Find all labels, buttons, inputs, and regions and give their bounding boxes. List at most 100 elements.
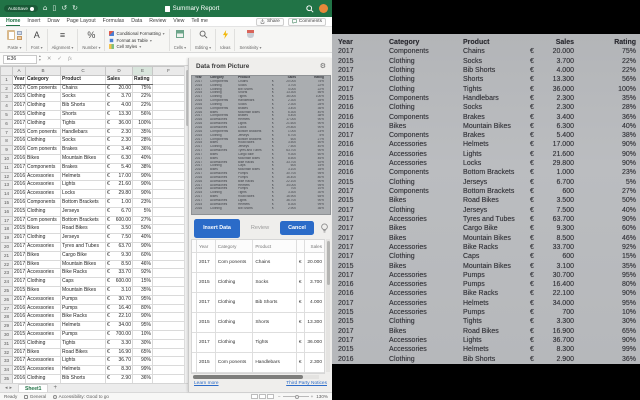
preview-cell-sales[interactable]: 36.000 [305, 333, 324, 353]
cell-styles-button[interactable]: Cell Styles▾ [109, 44, 164, 49]
cell-B6[interactable]: Clothing [26, 119, 61, 128]
row-header-18[interactable]: 18 [1, 225, 13, 234]
third-party-notices-link[interactable]: Third Party Notices [286, 381, 327, 386]
row-header-21[interactable]: 21 [1, 251, 13, 260]
cell-D30[interactable]: €700.00 [106, 330, 133, 339]
autosave-toggle[interactable]: AutoSave [4, 5, 38, 12]
preview-vertical-scrollbar[interactable] [326, 239, 330, 372]
format-as-table-button[interactable]: Format as Table▾ [109, 38, 164, 43]
row-header-6[interactable]: 6 [1, 119, 13, 128]
tab-tell-me[interactable]: Tell me [191, 17, 207, 26]
row-header-22[interactable]: 22 [1, 260, 13, 269]
cell-B25[interactable]: Bikes [26, 286, 61, 295]
cell-E2[interactable]: 75% [133, 84, 153, 93]
insert-function-icon[interactable]: fx [68, 56, 72, 62]
cell-F23[interactable] [153, 269, 185, 278]
cell-B11[interactable]: Components [26, 163, 61, 172]
cell-C15[interactable]: Bottom Brackets [61, 198, 106, 207]
cell-D31[interactable]: €3.30 [106, 339, 133, 348]
cell-C29[interactable]: Helmets [61, 322, 106, 331]
cell-F18[interactable] [153, 225, 185, 234]
cell-D19[interactable]: €7.50 [106, 234, 133, 243]
cell-D24[interactable]: €600.00 [106, 278, 133, 287]
preview-cell-product[interactable]: Chains [253, 253, 296, 273]
cell-E22[interactable]: 46% [133, 260, 153, 269]
cell-F20[interactable] [153, 242, 185, 251]
preview-cell-category[interactable]: Com ponents [216, 253, 254, 273]
cell-A21[interactable]: 2017 [13, 251, 26, 260]
cell-A33[interactable]: 2017 [13, 357, 26, 366]
home-icon[interactable]: ⌂ [43, 5, 47, 12]
cell-D18[interactable]: €3.50 [106, 225, 133, 234]
cell-E11[interactable]: 38% [133, 163, 153, 172]
preview-cell-category[interactable]: Clothing [216, 333, 254, 353]
row-header-19[interactable]: 19 [1, 234, 13, 243]
cell-E1[interactable]: Rating [133, 75, 153, 84]
cell-C20[interactable]: Tyres and Tubes [61, 242, 106, 251]
name-box-stepper[interactable]: ▴▾ [39, 55, 41, 62]
row-header-11[interactable]: 11 [1, 163, 13, 172]
cell-D5[interactable]: €13.30 [106, 110, 133, 119]
cell-C25[interactable]: Mountain Bikes [61, 286, 106, 295]
cell-F21[interactable] [153, 251, 185, 260]
cell-B13[interactable]: Accessories [26, 181, 61, 190]
column-header-C[interactable]: C [61, 67, 106, 76]
preview-cell-sales[interactable]: 4.000 [305, 293, 324, 313]
undo-icon[interactable]: ↺ [61, 5, 67, 12]
cell-A8[interactable]: 2016 [13, 137, 26, 146]
preview-cell-product[interactable]: Shorts [253, 313, 296, 333]
cell-B5[interactable]: Clothing [26, 110, 61, 119]
cell-A17[interactable]: 2017 [13, 216, 26, 225]
row-header-25[interactable]: 25 [1, 286, 13, 295]
cell-B21[interactable]: Bikes [26, 251, 61, 260]
comments-button[interactable]: Comments [288, 18, 326, 26]
cell-E10[interactable]: 40% [133, 154, 153, 163]
cell-F22[interactable] [153, 260, 185, 269]
preview-cell-currency[interactable]: € [297, 313, 305, 333]
cell-F14[interactable] [153, 190, 185, 199]
captured-photo-thumbnail[interactable]: YearCategoryProductSalesRating2017Compon… [191, 75, 331, 215]
preview-cell-currency[interactable]: € [297, 293, 305, 313]
row-header-33[interactable]: 33 [1, 357, 13, 366]
cell-E15[interactable]: 23% [133, 198, 153, 207]
row-header-10[interactable]: 10 [1, 154, 13, 163]
cell-D2[interactable]: €20.00 [106, 84, 133, 93]
cell-B23[interactable]: Accessories [26, 269, 61, 278]
profile-avatar[interactable] [319, 4, 328, 13]
review-button[interactable]: Review [240, 225, 280, 231]
cell-C13[interactable]: Lights [61, 181, 106, 190]
cell-D7[interactable]: €2.30 [106, 128, 133, 137]
cell-E9[interactable]: 36% [133, 146, 153, 155]
cell-C21[interactable]: Cargo Bike [61, 251, 106, 260]
cell-B3[interactable]: Clothing [26, 93, 61, 102]
cell-B26[interactable]: Accessories [26, 295, 61, 304]
cell-D15[interactable]: €1.00 [106, 198, 133, 207]
cell-F13[interactable] [153, 181, 185, 190]
cell-B22[interactable]: Bikes [26, 260, 61, 269]
cell-F10[interactable] [153, 154, 185, 163]
cell-E30[interactable]: 10% [133, 330, 153, 339]
row-header-28[interactable]: 28 [1, 313, 13, 322]
cell-D4[interactable]: €4.00 [106, 102, 133, 111]
cancel-entry-icon[interactable]: ✕ [47, 56, 52, 62]
zoom-knob[interactable] [295, 395, 299, 399]
row-header-14[interactable]: 14 [1, 190, 13, 199]
cell-C22[interactable]: Mountain Bikes [61, 260, 106, 269]
cell-F35[interactable] [153, 374, 185, 383]
cell-C16[interactable]: Jerseys [61, 207, 106, 216]
save-icon[interactable]: ▯ [52, 5, 56, 12]
cell-A3[interactable]: 2015 [13, 93, 26, 102]
cell-C31[interactable]: Tights [61, 339, 106, 348]
zoom-in-icon[interactable]: + [311, 394, 314, 399]
column-header-E[interactable]: E [133, 67, 153, 76]
gear-icon[interactable]: ⚙ [320, 62, 326, 70]
cell-D10[interactable]: €6.30 [106, 154, 133, 163]
cell-D16[interactable]: €6.70 [106, 207, 133, 216]
cell-B9[interactable]: Com ponents [26, 146, 61, 155]
sheet-nav-arrows[interactable]: ◂▸ [5, 385, 14, 391]
cell-C2[interactable]: Chains [61, 84, 106, 93]
cell-F34[interactable] [153, 366, 185, 375]
cell-C9[interactable]: Brakes [61, 146, 106, 155]
cell-D21[interactable]: €9.30 [106, 251, 133, 260]
cell-A14[interactable]: 2016 [13, 190, 26, 199]
